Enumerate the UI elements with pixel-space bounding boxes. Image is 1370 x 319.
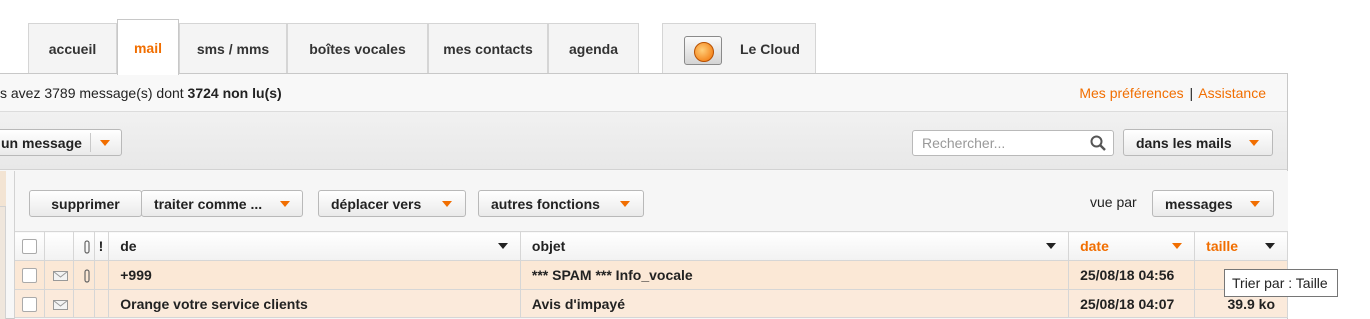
header-links: Mes préférences | Assistance [1079,85,1266,101]
column-subject[interactable]: objet [520,231,1070,261]
mail-panel: s avez 3789 message(s) dont 3724 non lu(… [0,73,1288,319]
tab-label: accueil [48,41,97,57]
table-row[interactable]: Orange votre service clients Avis d'impa… [15,289,1288,318]
sort-caret-icon[interactable] [497,243,508,249]
view-by-value: messages [1165,195,1233,212]
paperclip-icon [84,240,90,254]
column-date-label: date [1080,238,1109,254]
new-message-button[interactable]: un message [0,129,122,156]
message-subject: Avis d'impayé [520,289,1070,318]
treat-as-label: traiter comme ... [154,195,263,212]
chevron-down-icon [620,201,630,207]
chevron-down-icon [1250,201,1260,207]
move-to-dropdown[interactable]: déplacer vers [318,190,466,217]
table-row[interactable]: +999 *** SPAM *** Info_vocale 25/08/18 0… [15,260,1288,290]
tab-label: sms / mms [196,41,270,57]
chevron-down-icon [280,201,290,207]
assistance-link[interactable]: Assistance [1198,85,1266,101]
move-to-label: déplacer vers [331,195,422,212]
main-tabs: accueil mail sms / mms boîtes vocales me… [28,19,639,75]
other-functions-label: autres fonctions [491,195,600,212]
chevron-down-icon [442,201,452,207]
delete-button[interactable]: supprimer [29,190,142,217]
unread-count: 3724 non lu(s) [187,85,282,101]
exclamation-icon: ! [98,238,104,254]
chevron-down-icon[interactable] [100,140,110,146]
action-bar: supprimer traiter comme ... déplacer ver… [15,171,1288,231]
search-placeholder: Rechercher... [922,135,1006,151]
tab-boites-vocales[interactable]: boîtes vocales [287,23,428,74]
message-subject: *** SPAM *** Info_vocale [520,260,1070,290]
row-checkbox[interactable] [22,296,37,312]
tab-le-cloud[interactable]: Le Cloud [662,23,816,74]
search-scope-value: dans les mails [1136,134,1232,151]
message-count: s avez 3789 message(s) dont 3724 non lu(… [0,85,282,101]
treat-as-dropdown[interactable]: traiter comme ... [141,190,303,217]
message-list-area: supprimer traiter comme ... déplacer ver… [14,171,1288,319]
view-by-label: vue par [1090,194,1137,210]
message-count-text: s avez 3789 message(s) dont [0,85,188,101]
message-sender: Orange votre service clients [108,289,521,318]
table-header: ! de objet date taille [15,231,1288,261]
search-icon[interactable] [1090,135,1106,151]
sort-tooltip: Trier par : Taille [1224,269,1338,297]
message-date: 25/08/18 04:56 [1068,260,1196,290]
search-scope-select[interactable]: dans les mails [1123,129,1273,156]
tab-label: agenda [568,41,618,57]
select-all-column [15,231,45,261]
tab-mes-contacts[interactable]: mes contacts [428,23,548,74]
info-bar: s avez 3789 message(s) dont 3724 non lu(… [0,74,1287,112]
paperclip-icon [84,269,90,283]
view-by-select[interactable]: messages [1152,190,1274,217]
envelope-icon [52,271,68,282]
search-input[interactable]: Rechercher... [912,130,1114,156]
chevron-down-icon [1249,140,1259,146]
column-subject-label: objet [531,238,566,254]
message-sender: +999 [108,260,521,290]
column-size-label: taille [1206,238,1239,254]
row-checkbox[interactable] [22,268,37,284]
tab-sms-mms[interactable]: sms / mms [179,23,287,74]
tab-label: mes contacts [443,41,533,57]
column-date[interactable]: date [1068,231,1196,261]
tab-label: mail [133,39,162,56]
other-functions-dropdown[interactable]: autres fonctions [478,190,644,217]
preferences-link[interactable]: Mes préférences [1079,85,1183,101]
link-separator: | [1189,85,1194,101]
tab-label: boîtes vocales [309,41,406,57]
column-from[interactable]: de [108,231,521,261]
delete-label: supprimer [51,195,120,212]
sort-caret-icon[interactable] [1265,243,1275,249]
tab-accueil[interactable]: accueil [28,23,117,74]
read-status-column [44,231,74,261]
tab-mail[interactable]: mail [117,19,179,75]
tab-label: Le Cloud [740,41,800,57]
priority-column[interactable]: ! [94,231,110,261]
dropdown-separator [90,133,91,152]
message-table: ! de objet date taille +999 *** SPAM ***… [15,231,1288,318]
top-toolbar: un message Rechercher... dans les mails [0,112,1287,170]
select-all-checkbox[interactable] [22,239,37,255]
sort-caret-icon[interactable] [1046,243,1057,249]
message-date: 25/08/18 04:07 [1068,289,1196,318]
column-size[interactable]: taille [1194,231,1288,261]
cloud-folder-icon [684,33,722,65]
envelope-icon [52,299,68,310]
attachment-column[interactable] [73,231,95,261]
column-from-label: de [120,238,137,254]
new-message-label: un message [1,134,82,151]
sort-caret-icon[interactable] [1172,243,1183,249]
tab-agenda[interactable]: agenda [548,23,639,74]
folder-pane-edge [0,171,6,319]
